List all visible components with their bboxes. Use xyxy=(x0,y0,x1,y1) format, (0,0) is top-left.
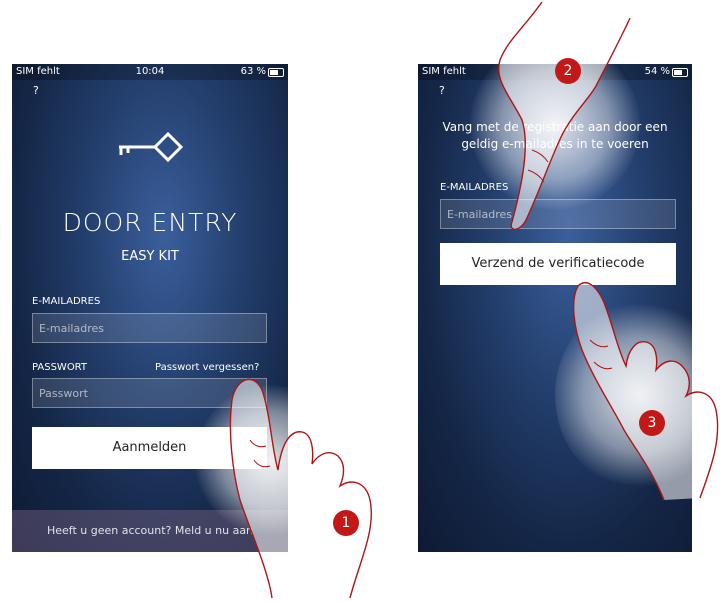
key-icon xyxy=(119,131,184,163)
battery-percent: 63 % xyxy=(240,66,266,77)
step-badge: 2 xyxy=(555,58,581,84)
status-bar: SIM fehlt 10:04 63 % xyxy=(12,64,288,80)
touch-glow xyxy=(555,300,724,490)
step-badge: 3 xyxy=(639,410,665,436)
step-badge: 1 xyxy=(333,510,359,536)
touch-glow xyxy=(195,385,345,535)
app-title: DOOR ENTRY xyxy=(62,208,238,237)
battery-icon xyxy=(268,68,284,77)
battery-icon xyxy=(672,68,688,77)
password-label: PASSWORT xyxy=(32,362,88,373)
forgot-password-link[interactable]: Passwort vergessen? xyxy=(155,362,259,373)
app-subtitle: EASY KIT xyxy=(121,249,179,264)
battery-percent: 54 % xyxy=(644,66,670,77)
help-button[interactable]: ? xyxy=(439,84,445,97)
email-label: E-MAILADRES xyxy=(32,296,101,307)
send-verification-button[interactable]: Verzend de verificatiecode xyxy=(440,243,676,285)
carrier-label: SIM fehlt xyxy=(422,66,466,77)
email-field[interactable]: E-mailadres xyxy=(32,313,267,343)
help-button[interactable]: ? xyxy=(33,84,39,97)
